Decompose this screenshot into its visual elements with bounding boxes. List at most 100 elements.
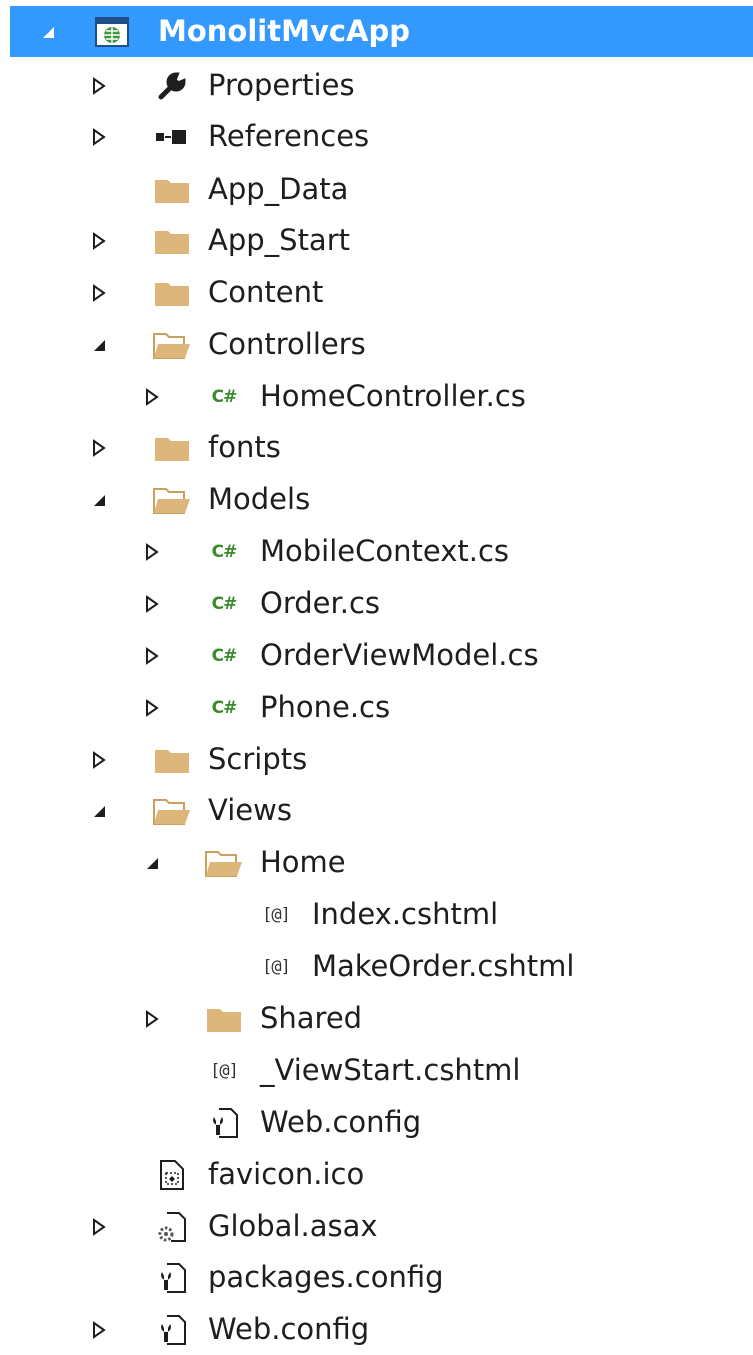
csharp-file-icon: C# (202, 526, 246, 577)
tree-item-file[interactable]: [@] Index.cshtml (0, 889, 753, 940)
csharp-file-icon: C# (202, 371, 246, 422)
collapsed-arrow-icon[interactable] (140, 682, 164, 733)
collapsed-arrow-icon[interactable] (140, 578, 164, 629)
folder-icon (150, 734, 194, 785)
tree-item-label: _ViewStart.cshtml (260, 1053, 521, 1087)
folder-icon (150, 267, 194, 318)
collapsed-arrow-icon[interactable] (87, 267, 111, 318)
ico-file-icon (150, 1149, 194, 1200)
collapsed-arrow-icon[interactable] (87, 734, 111, 785)
folder-open-icon (150, 785, 194, 836)
tree-item-file[interactable]: [@] MakeOrder.cshtml (0, 941, 753, 992)
collapsed-arrow-icon[interactable] (140, 371, 164, 422)
tree-item-file[interactable]: C# HomeController.cs (0, 371, 753, 422)
tree-item-label: fonts (208, 430, 281, 464)
tree-item-label: MobileContext.cs (260, 534, 510, 568)
tree-item-label: OrderViewModel.cs (260, 638, 539, 672)
csharp-file-icon: C# (202, 578, 246, 629)
collapsed-arrow-icon[interactable] (140, 630, 164, 681)
tree-item-folder[interactable]: Controllers (0, 319, 753, 370)
wrench-icon (150, 60, 194, 111)
tree-item-label: Views (208, 793, 292, 827)
collapsed-arrow-icon[interactable] (87, 422, 111, 473)
tree-item-file[interactable]: Global.asax (0, 1201, 753, 1252)
razor-glyph: [@] (210, 1060, 239, 1081)
tree-item-folder[interactable]: App_Start (0, 215, 753, 266)
tree-item-file[interactable]: C# OrderViewModel.cs (0, 630, 753, 681)
tree-item-label: Global.asax (208, 1209, 378, 1243)
tree-item-label: favicon.ico (208, 1157, 365, 1191)
tree-item-folder[interactable]: Shared (0, 993, 753, 1044)
csharp-glyph: C# (211, 645, 238, 666)
tree-item-label: Controllers (208, 327, 366, 361)
tree-item-label: Phone.cs (260, 690, 391, 724)
project-label[interactable]: MonolitMvcApp (158, 6, 410, 57)
expanded-arrow-icon[interactable] (87, 474, 111, 525)
tree-item-folder[interactable]: Scripts (0, 734, 753, 785)
config-file-icon (150, 1304, 194, 1355)
tree-item-label: References (208, 119, 370, 153)
references-icon (150, 111, 194, 162)
tree-item-file[interactable]: [@] _ViewStart.cshtml (0, 1045, 753, 1096)
csharp-glyph: C# (211, 593, 238, 614)
folder-icon (150, 422, 194, 473)
expanded-arrow-icon[interactable] (36, 6, 60, 57)
tree-item-file[interactable]: C# Order.cs (0, 578, 753, 629)
tree-item-file[interactable]: Web.config (0, 1097, 753, 1148)
tree-item-label: HomeController.cs (260, 379, 526, 413)
tree-item-label: Web.config (208, 1312, 370, 1346)
tree-item-file[interactable]: C# Phone.cs (0, 682, 753, 733)
tree-item-label: packages.config (208, 1260, 444, 1294)
web-project-icon (90, 6, 134, 57)
tree-item-label: App_Start (208, 223, 350, 257)
tree-item-label: Shared (260, 1001, 363, 1035)
tree-item-folder[interactable]: Home (0, 837, 753, 888)
folder-open-icon (150, 319, 194, 370)
collapsed-arrow-icon[interactable] (140, 993, 164, 1044)
folder-icon (150, 164, 194, 215)
folder-icon (150, 215, 194, 266)
tree-item-folder[interactable]: fonts (0, 422, 753, 473)
tree-item-folder[interactable]: Views (0, 785, 753, 836)
razor-file-icon: [@] (202, 1045, 246, 1096)
tree-item-label: Models (208, 482, 311, 516)
csharp-glyph: C# (211, 386, 238, 407)
tree-item-project[interactable]: MonolitMvcApp (10, 6, 753, 57)
tree-item-label: Index.cshtml (312, 897, 499, 931)
csharp-file-icon: C# (202, 630, 246, 681)
collapsed-arrow-icon[interactable] (140, 526, 164, 577)
tree-item-references[interactable]: References (0, 111, 753, 162)
collapsed-arrow-icon[interactable] (87, 60, 111, 111)
tree-item-file[interactable]: packages.config (0, 1252, 753, 1303)
tree-item-folder[interactable]: Models (0, 474, 753, 525)
razor-file-icon: [@] (254, 941, 298, 992)
tree-item-label: MakeOrder.cshtml (312, 949, 575, 983)
tree-item-file[interactable]: favicon.ico (0, 1149, 753, 1200)
tree-item-file[interactable]: Web.config (0, 1304, 753, 1355)
tree-item-label: Order.cs (260, 586, 381, 620)
razor-glyph: [@] (262, 904, 291, 925)
expanded-arrow-icon[interactable] (140, 837, 164, 888)
csharp-glyph: C# (211, 541, 238, 562)
collapsed-arrow-icon[interactable] (87, 111, 111, 162)
expanded-arrow-icon[interactable] (87, 319, 111, 370)
collapsed-arrow-icon[interactable] (87, 1201, 111, 1252)
collapsed-arrow-icon[interactable] (87, 1304, 111, 1355)
tree-item-folder[interactable]: Content (0, 267, 753, 318)
tree-item-file[interactable]: C# MobileContext.cs (0, 526, 753, 577)
expanded-arrow-icon[interactable] (87, 785, 111, 836)
razor-file-icon: [@] (254, 889, 298, 940)
folder-open-icon (202, 837, 246, 888)
tree-item-label: Home (260, 845, 346, 879)
tree-item-folder[interactable]: App_Data (0, 164, 753, 215)
asax-file-icon (150, 1201, 194, 1252)
tree-item-label: Content (208, 275, 324, 309)
tree-item-label: Properties (208, 68, 355, 102)
folder-icon (202, 993, 246, 1044)
csharp-file-icon: C# (202, 682, 246, 733)
folder-open-icon (150, 474, 194, 525)
collapsed-arrow-icon[interactable] (87, 215, 111, 266)
config-file-icon (150, 1252, 194, 1303)
tree-item-properties[interactable]: Properties (0, 60, 753, 111)
razor-glyph: [@] (262, 956, 291, 977)
